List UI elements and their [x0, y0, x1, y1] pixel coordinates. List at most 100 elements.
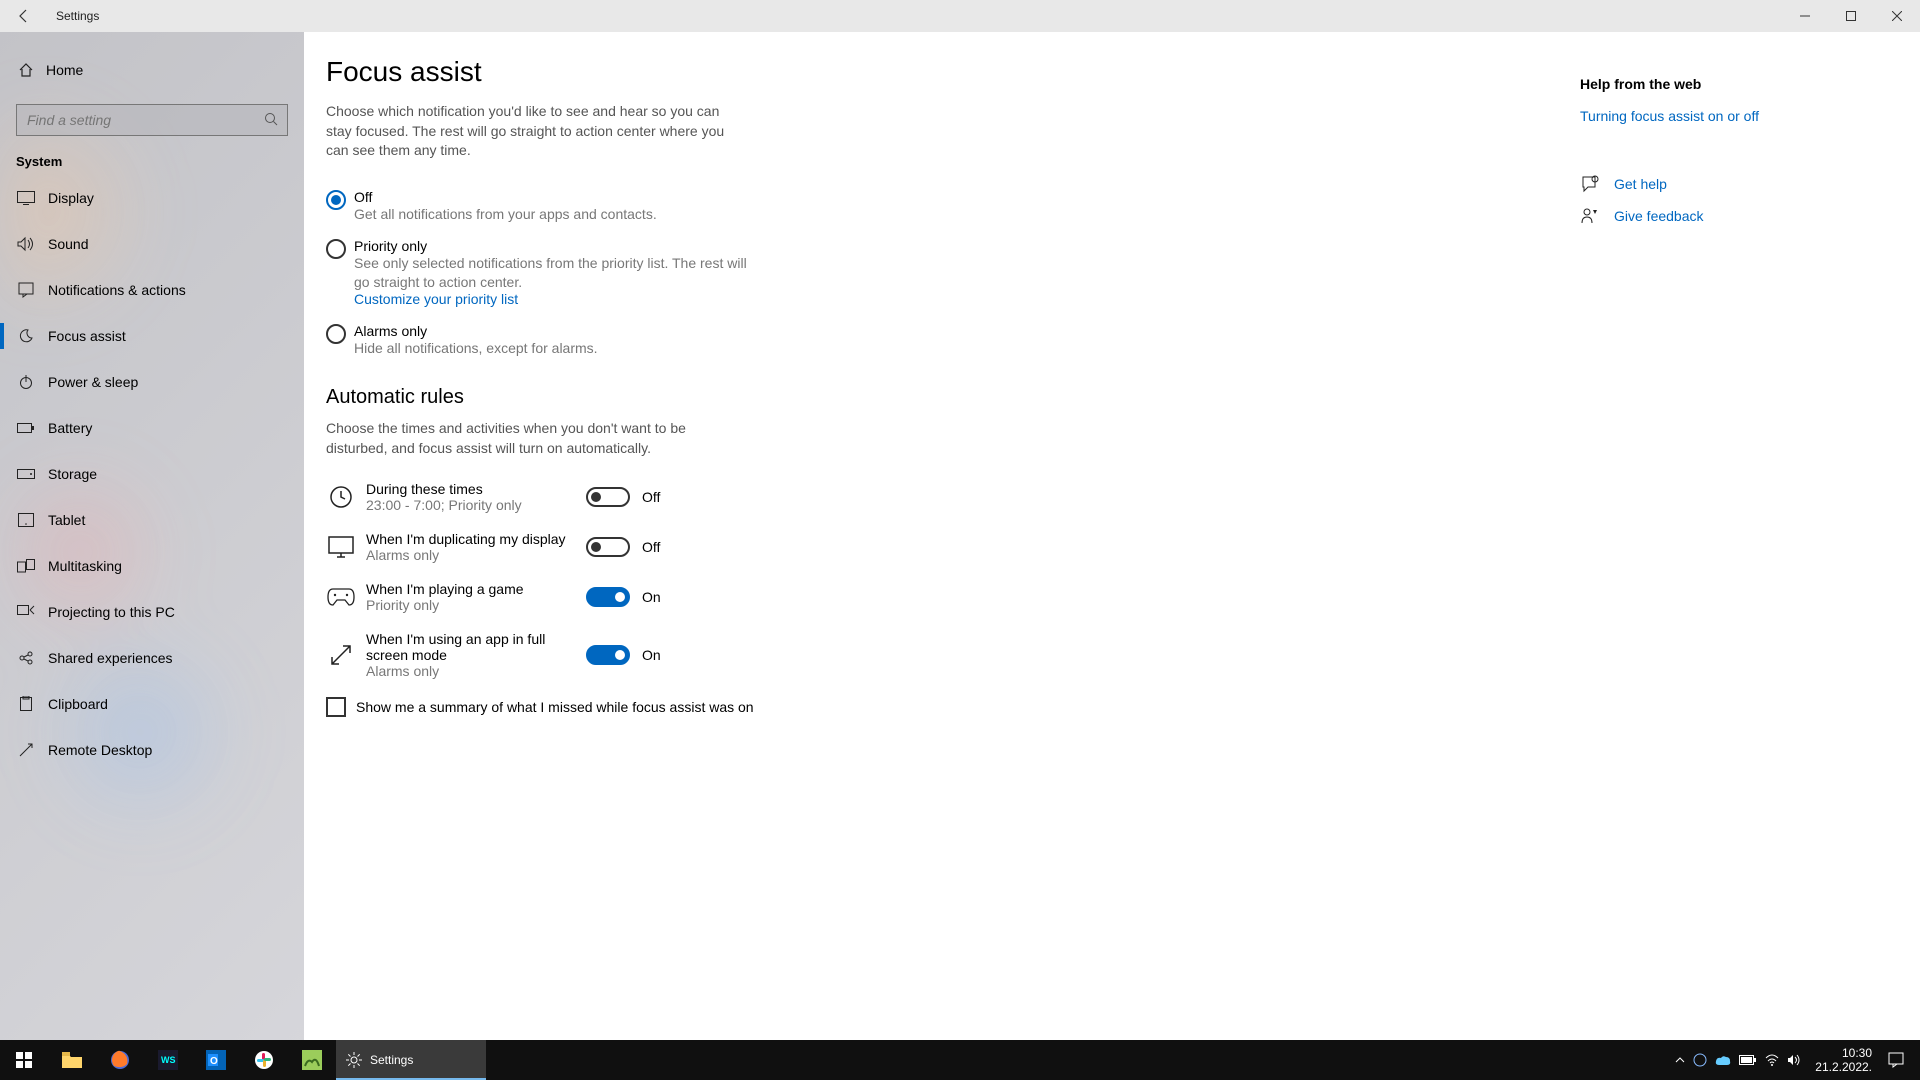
- radio-input[interactable]: [326, 324, 346, 344]
- folder-icon: [62, 1052, 82, 1068]
- customize-priority-link[interactable]: Customize your priority list: [354, 291, 518, 307]
- rule-fullscreen-app[interactable]: When I'm using an app in full screen mod…: [326, 631, 1086, 679]
- window-controls: [1782, 0, 1920, 32]
- toggle-label: Off: [642, 539, 660, 555]
- sidebar-item-remote-desktop[interactable]: Remote Desktop: [0, 727, 304, 773]
- toggle-switch[interactable]: [586, 587, 630, 607]
- toggle-switch[interactable]: [586, 537, 630, 557]
- wifi-icon: [1765, 1054, 1779, 1066]
- sidebar-item-tablet[interactable]: Tablet: [0, 497, 304, 543]
- sidebar-item-sound[interactable]: Sound: [0, 221, 304, 267]
- expand-icon: [326, 640, 356, 670]
- battery-tray-icon: [1739, 1055, 1757, 1066]
- checkbox-input[interactable]: [326, 697, 346, 717]
- sidebar-item-notifications[interactable]: Notifications & actions: [0, 267, 304, 313]
- volume-icon: [1787, 1053, 1801, 1067]
- taskbar-clock[interactable]: 10:30 21.2.2022.: [1815, 1046, 1872, 1075]
- sidebar-item-battery[interactable]: Battery: [0, 405, 304, 451]
- cloud-icon: [1715, 1055, 1731, 1066]
- taskbar-settings[interactable]: Settings: [336, 1040, 486, 1080]
- radio-alarms-only[interactable]: Alarms only Hide all notifications, exce…: [326, 323, 756, 358]
- sidebar-item-shared[interactable]: Shared experiences: [0, 635, 304, 681]
- minimize-button[interactable]: [1782, 0, 1828, 32]
- radio-description: Get all notifications from your apps and…: [354, 205, 657, 224]
- toggle-switch[interactable]: [586, 487, 630, 507]
- rule-during-times[interactable]: During these times 23:00 - 7:00; Priorit…: [326, 481, 1086, 513]
- taskbar-app-misc[interactable]: [288, 1040, 336, 1080]
- maximize-button[interactable]: [1828, 0, 1874, 32]
- sidebar-group-label: System: [16, 154, 304, 169]
- monitor-icon: [326, 532, 356, 562]
- sidebar-home-label: Home: [46, 62, 83, 78]
- rule-subtitle: Alarms only: [366, 663, 586, 679]
- remote-desktop-icon: [16, 740, 36, 760]
- taskbar-file-explorer[interactable]: [48, 1040, 96, 1080]
- window-title: Settings: [56, 9, 99, 23]
- aside-panel: Help from the web Turning focus assist o…: [1580, 56, 1860, 1040]
- webstorm-icon: WS: [158, 1050, 178, 1070]
- rule-subtitle: 23:00 - 7:00; Priority only: [366, 497, 586, 513]
- automatic-rules-description: Choose the times and activities when you…: [326, 419, 726, 458]
- rule-subtitle: Priority only: [366, 597, 586, 613]
- rule-duplicating-display[interactable]: When I'm duplicating my display Alarms o…: [326, 531, 1086, 563]
- svg-text:WS: WS: [161, 1055, 176, 1065]
- page-description: Choose which notification you'd like to …: [326, 102, 726, 161]
- sidebar: Home System Display Sound Notifications …: [0, 32, 304, 1040]
- maximize-icon: [1846, 11, 1856, 21]
- rule-title: When I'm using an app in full screen mod…: [366, 631, 586, 663]
- sidebar-home[interactable]: Home: [0, 48, 304, 92]
- power-icon: [16, 372, 36, 392]
- rule-playing-game[interactable]: When I'm playing a game Priority only On: [326, 581, 1086, 613]
- close-button[interactable]: [1874, 0, 1920, 32]
- taskbar-slack[interactable]: [240, 1040, 288, 1080]
- radio-input[interactable]: [326, 239, 346, 259]
- gamepad-icon: [326, 582, 356, 612]
- taskbar-action-center[interactable]: [1878, 1040, 1914, 1080]
- toggle-label: On: [642, 589, 661, 605]
- taskbar-outlook[interactable]: O: [192, 1040, 240, 1080]
- back-button[interactable]: [0, 0, 48, 32]
- main-content: Focus assist Choose which notification y…: [304, 32, 1920, 1040]
- toggle-label: Off: [642, 489, 660, 505]
- sidebar-item-clipboard[interactable]: Clipboard: [0, 681, 304, 727]
- rule-subtitle: Alarms only: [366, 547, 586, 563]
- home-icon: [16, 60, 36, 80]
- windows-icon: [16, 1052, 32, 1068]
- svg-text:O: O: [210, 1056, 218, 1067]
- clock-icon: [326, 482, 356, 512]
- sidebar-item-projecting[interactable]: Projecting to this PC: [0, 589, 304, 635]
- taskbar-time: 10:30: [1815, 1046, 1872, 1060]
- radio-priority-only[interactable]: Priority only See only selected notifica…: [326, 238, 756, 310]
- rule-title: When I'm playing a game: [366, 581, 586, 597]
- help-link[interactable]: Turning focus assist on or off: [1580, 108, 1860, 124]
- sidebar-item-storage[interactable]: Storage: [0, 451, 304, 497]
- sidebar-item-display[interactable]: Display: [0, 175, 304, 221]
- summary-checkbox-row[interactable]: Show me a summary of what I missed while…: [326, 697, 1086, 717]
- sidebar-item-multitasking[interactable]: Multitasking: [0, 543, 304, 589]
- checkbox-label: Show me a summary of what I missed while…: [356, 699, 754, 715]
- search-input[interactable]: [16, 104, 288, 136]
- give-feedback-link[interactable]: Give feedback: [1614, 208, 1704, 224]
- taskbar-webstorm[interactable]: WS: [144, 1040, 192, 1080]
- storage-icon: [16, 464, 36, 484]
- sidebar-item-power[interactable]: Power & sleep: [0, 359, 304, 405]
- toggle-switch[interactable]: [586, 645, 630, 665]
- sidebar-item-label: Clipboard: [48, 696, 108, 712]
- toggle-label: On: [642, 647, 661, 663]
- firefox-icon: [110, 1050, 130, 1070]
- get-help-link[interactable]: Get help: [1614, 176, 1667, 192]
- taskbar-tray[interactable]: [1675, 1053, 1801, 1067]
- give-feedback-row[interactable]: Give feedback: [1580, 206, 1860, 226]
- sidebar-item-label: Remote Desktop: [48, 742, 152, 758]
- sidebar-item-label: Power & sleep: [48, 374, 138, 390]
- radio-description: See only selected notifications from the…: [354, 254, 756, 292]
- get-help-row[interactable]: Get help: [1580, 174, 1860, 194]
- start-button[interactable]: [0, 1040, 48, 1080]
- radio-off[interactable]: Off Get all notifications from your apps…: [326, 189, 756, 224]
- sidebar-item-focus-assist[interactable]: Focus assist: [0, 313, 304, 359]
- radio-input[interactable]: [326, 190, 346, 210]
- slack-icon: [254, 1050, 274, 1070]
- taskbar-firefox[interactable]: [96, 1040, 144, 1080]
- sidebar-item-label: Display: [48, 190, 94, 206]
- sidebar-item-label: Sound: [48, 236, 88, 252]
